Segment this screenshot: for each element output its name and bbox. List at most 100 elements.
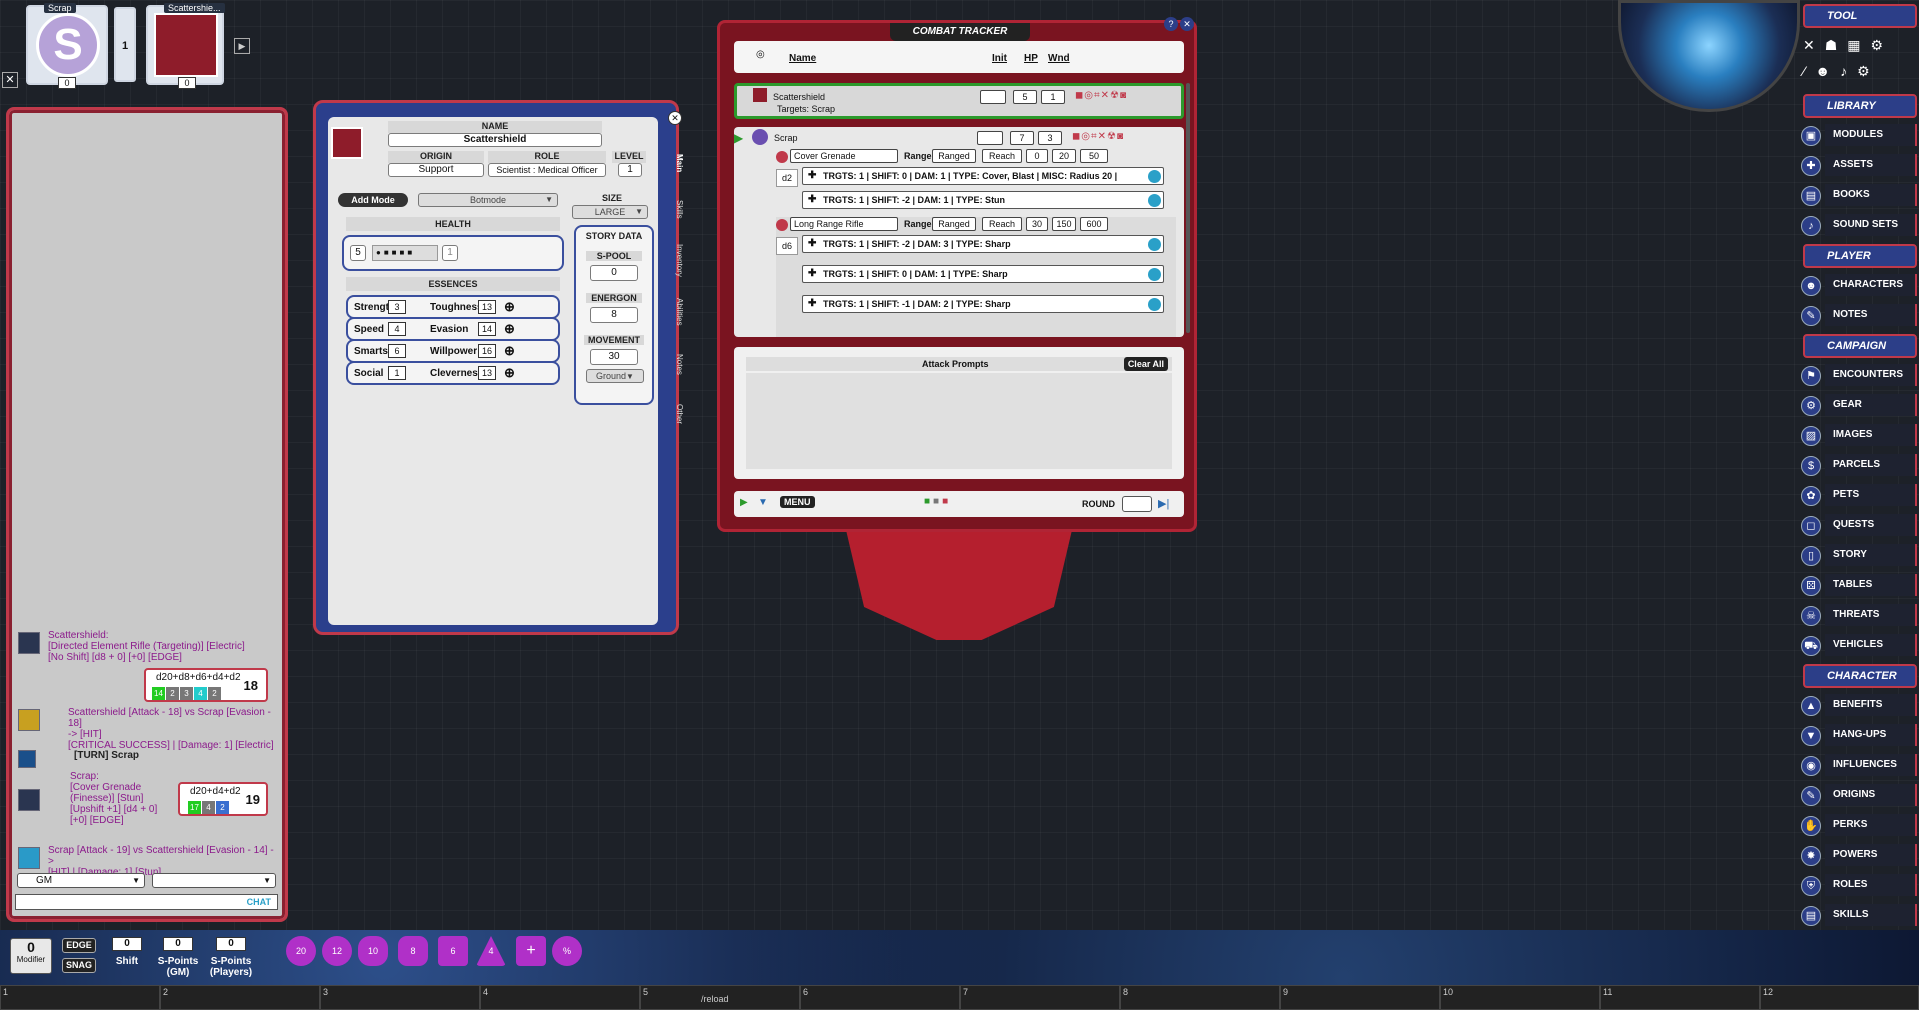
sidebar-item-notes[interactable]: NOTES xyxy=(1825,304,1917,326)
wnd-field[interactable]: 3 xyxy=(1038,131,1062,145)
chevron-down-icon[interactable]: ▼ xyxy=(758,497,768,508)
sidebar-item-encounters[interactable]: ENCOUNTERS xyxy=(1825,364,1917,386)
menu-button[interactable]: MENU xyxy=(780,496,815,508)
hp-field[interactable]: 5 xyxy=(1013,90,1037,104)
next-portrait-button[interactable]: ▶ xyxy=(234,38,250,54)
section-character[interactable]: CHARACTER xyxy=(1803,664,1917,688)
section-player[interactable]: PLAYER xyxy=(1803,244,1917,268)
portrait-scattershield[interactable]: Scattershie... 0 xyxy=(146,3,225,89)
hotbar-slot[interactable]: 11 xyxy=(1600,985,1760,1010)
range-type[interactable]: Ranged xyxy=(932,217,976,231)
tracker-entry-scattershield[interactable]: Scattershield Targets: Scrap 5 1 ◼◎⌗✕☢◙ xyxy=(734,83,1184,119)
sidebar-item-roles[interactable]: ROLES xyxy=(1825,874,1917,896)
close-icon[interactable]: ✕ xyxy=(668,111,682,125)
weapon-name[interactable]: Cover Grenade xyxy=(790,149,898,163)
d8-icon[interactable]: 8 xyxy=(398,936,428,966)
d12-icon[interactable]: 12 xyxy=(322,936,352,966)
roll-icon[interactable] xyxy=(1148,238,1161,251)
col-wnd[interactable]: Wnd xyxy=(1048,53,1070,64)
essence-value[interactable]: 4 xyxy=(388,322,406,336)
essence-value[interactable]: 13 xyxy=(478,300,496,314)
clear-all-button[interactable]: Clear All xyxy=(1123,357,1168,371)
health-value[interactable]: 5 xyxy=(350,245,366,261)
modifier-box[interactable]: 0 Modifier xyxy=(10,938,52,974)
sidebar-item-vehicles[interactable]: VEHICLES xyxy=(1825,634,1917,656)
d6-icon[interactable]: 6 xyxy=(438,936,468,966)
essence-value[interactable]: 6 xyxy=(388,344,406,358)
sidebar-item-threats[interactable]: THREATS xyxy=(1825,604,1917,626)
spp-field[interactable]: 0 xyxy=(216,937,246,951)
hotbar-slot[interactable]: 2 xyxy=(160,985,320,1010)
tab-inventory[interactable]: Inventory xyxy=(668,244,684,277)
add-icon[interactable]: ⊕ xyxy=(504,343,515,359)
essence-value[interactable]: 13 xyxy=(478,366,496,380)
hp-field[interactable]: 7 xyxy=(1010,131,1034,145)
sidebar-item-powers[interactable]: POWERS xyxy=(1825,844,1917,866)
faction-toggles[interactable]: ■■■ xyxy=(924,496,951,507)
essence-value[interactable]: 14 xyxy=(478,322,496,336)
sidebar-item-influences[interactable]: INFLUENCES xyxy=(1825,754,1917,776)
weapon-name[interactable]: Long Range Rifle xyxy=(790,217,898,231)
scrollbar[interactable] xyxy=(1186,83,1190,333)
range-type[interactable]: Ranged xyxy=(932,149,976,163)
sidebar-item-gear[interactable]: GEAR xyxy=(1825,394,1917,416)
size-select[interactable]: LARGE ▼ xyxy=(572,205,648,219)
roll-icon[interactable] xyxy=(1148,268,1161,281)
spgm-field[interactable]: 0 xyxy=(163,937,193,951)
tab-main[interactable]: Main xyxy=(668,154,684,172)
range-short[interactable]: 0 xyxy=(1026,149,1048,163)
sidebar-item-books[interactable]: BOOKS xyxy=(1825,184,1917,206)
section-tool[interactable]: TOOL xyxy=(1803,4,1917,28)
essence-value[interactable]: 1 xyxy=(388,366,406,380)
health-max[interactable]: 1 xyxy=(442,245,458,261)
sidebar-item-images[interactable]: IMAGES xyxy=(1825,424,1917,446)
col-name[interactable]: Name xyxy=(789,53,816,64)
spool-field[interactable]: 0 xyxy=(590,265,638,281)
edge-button[interactable]: EDGE xyxy=(62,938,96,953)
close-icon[interactable]: ✕ xyxy=(1180,17,1194,31)
sidebar-item-characters[interactable]: CHARACTERS xyxy=(1825,274,1917,296)
portrait-scrap[interactable]: S Scrap 0 xyxy=(26,3,108,89)
hotbar-slot[interactable]: 1 xyxy=(0,985,160,1010)
sidebar-item-story[interactable]: STORY xyxy=(1825,544,1917,566)
close-icon[interactable]: ✕ xyxy=(2,72,18,88)
help-icon[interactable]: ? xyxy=(1164,17,1178,31)
hotbar-slot[interactable]: 5/reload xyxy=(640,985,800,1010)
hotbar-slot[interactable]: 8 xyxy=(1120,985,1280,1010)
name-field[interactable]: Scattershield xyxy=(388,133,602,147)
tab-abilities[interactable]: Abilities xyxy=(668,298,684,326)
add-icon[interactable]: ⊕ xyxy=(504,299,515,315)
chat-target-select[interactable]: ▼ xyxy=(152,873,276,888)
add-icon[interactable]: ⊕ xyxy=(504,321,515,337)
custom-dice-icon[interactable]: + xyxy=(516,936,546,966)
visibility-icon[interactable]: ◎ xyxy=(756,49,765,60)
entry-actions[interactable]: ◼◎⌗✕☢◙ xyxy=(1075,90,1127,101)
add-icon[interactable]: ⊕ xyxy=(504,365,515,381)
energon-field[interactable]: 8 xyxy=(590,307,638,323)
attack-line[interactable]: TRGTS: 1 | SHIFT: 0 | DAM: 1 | TYPE: Cov… xyxy=(802,167,1164,185)
weapon-die[interactable]: d2 xyxy=(776,169,798,187)
move-type-select[interactable]: Ground▼ xyxy=(586,369,644,383)
portrait-count[interactable]: 0 xyxy=(178,77,196,89)
entry-actions[interactable]: ◼◎⌗✕☢◙ xyxy=(1072,131,1124,142)
tracker-entry-scrap[interactable]: ▶ Scrap 7 3 ◼◎⌗✕☢◙ Cover Grenade Range R… xyxy=(734,127,1184,337)
roll-icon[interactable] xyxy=(1148,170,1161,183)
hotbar-slot[interactable]: 12 xyxy=(1760,985,1919,1010)
attack-line[interactable]: TRGTS: 1 | SHIFT: -2 | DAM: 3 | TYPE: Sh… xyxy=(802,235,1164,253)
wnd-field[interactable]: 1 xyxy=(1041,90,1065,104)
reach-field[interactable]: Reach xyxy=(982,149,1022,163)
mode-select[interactable]: Botmode ▼ xyxy=(418,193,558,207)
sidebar-item-tables[interactable]: TABLES xyxy=(1825,574,1917,596)
hotbar-slot[interactable]: 9 xyxy=(1280,985,1440,1010)
round-field[interactable] xyxy=(1122,496,1152,512)
tab-notes[interactable]: Notes xyxy=(668,354,684,375)
chat-input[interactable]: CHAT xyxy=(15,894,278,910)
attack-line[interactable]: TRGTS: 1 | SHIFT: -2 | DAM: 1 | TYPE: St… xyxy=(802,191,1164,209)
tab-skills[interactable]: Skills xyxy=(668,200,684,219)
sidebar-item-sound-sets[interactable]: SOUND SETS xyxy=(1825,214,1917,236)
d10-icon[interactable]: 10 xyxy=(358,936,388,966)
sidebar-item-hang-ups[interactable]: HANG-UPS xyxy=(1825,724,1917,746)
percentile-icon[interactable]: % xyxy=(552,936,582,966)
essence-value[interactable]: 3 xyxy=(388,300,406,314)
col-hp[interactable]: HP xyxy=(1024,53,1038,64)
